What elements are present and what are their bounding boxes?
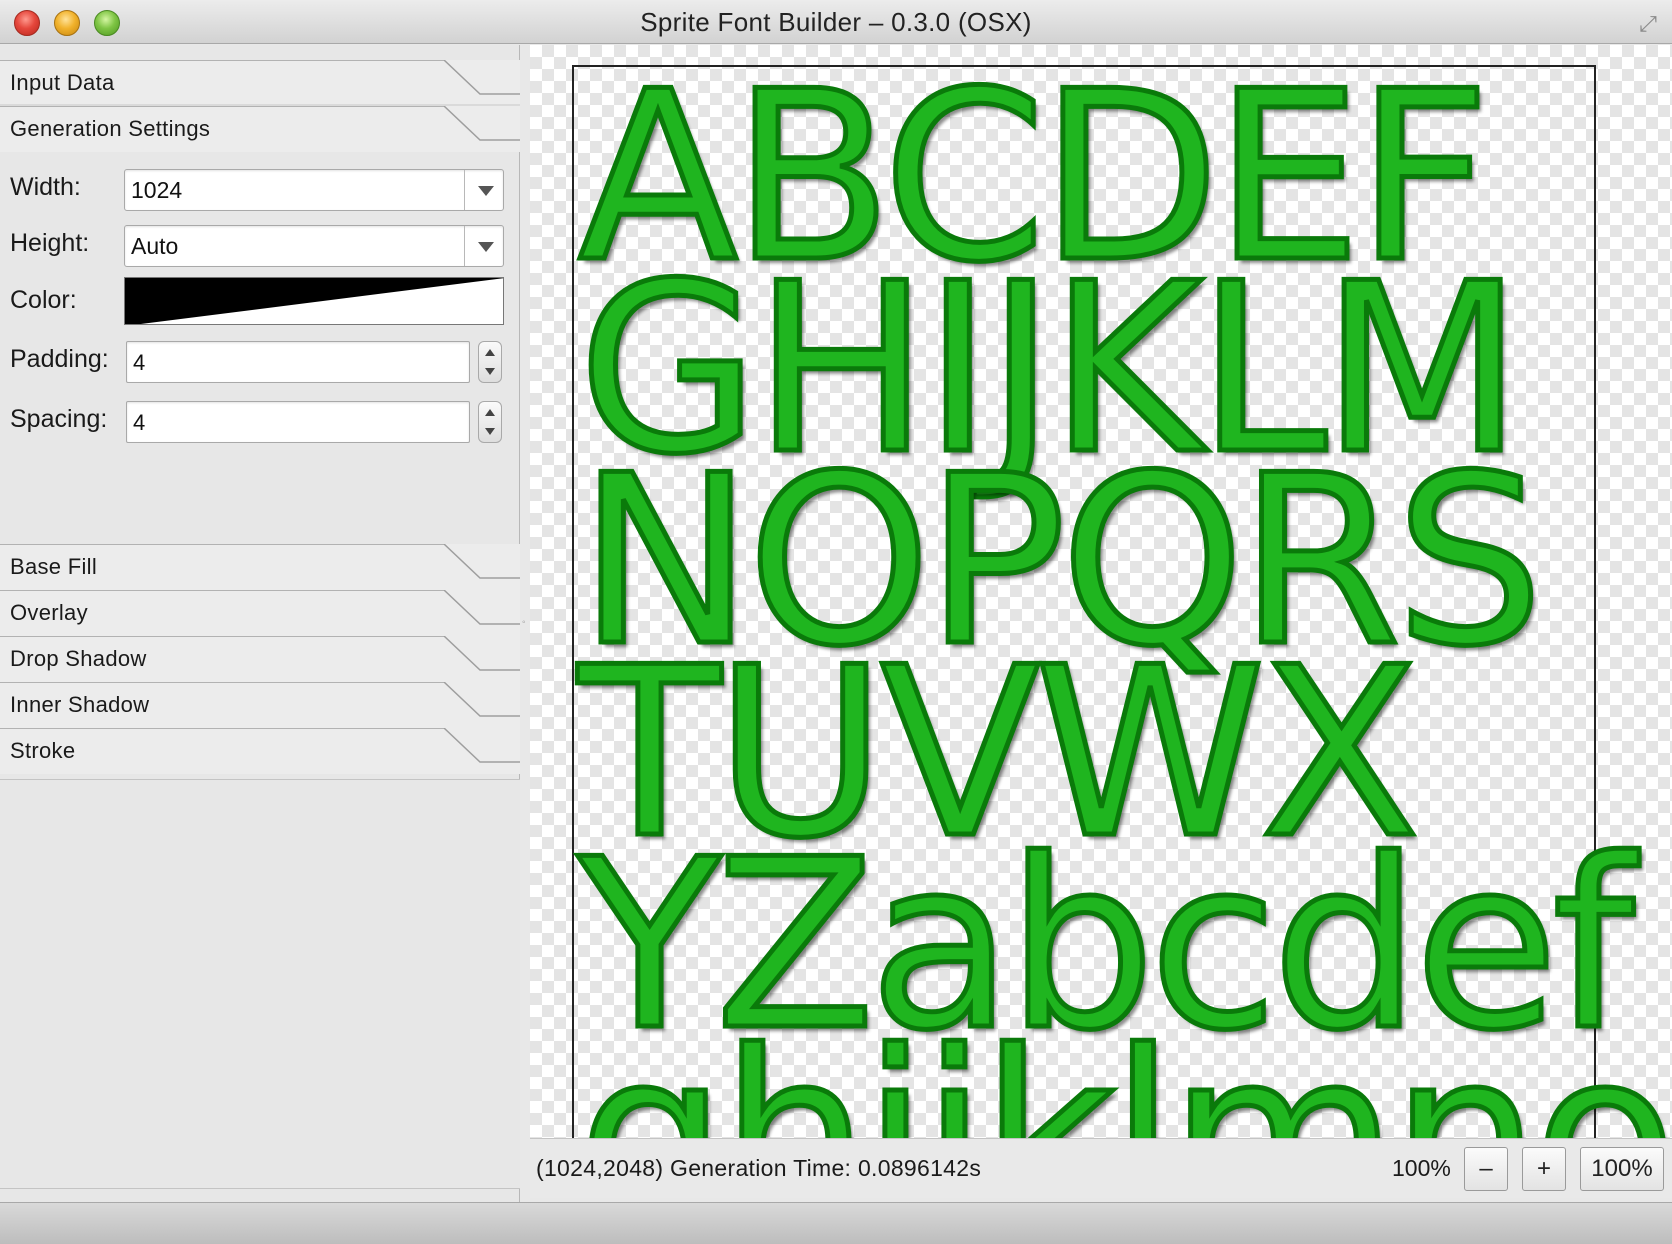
section-inner-shadow[interactable]: Inner Shadow xyxy=(0,682,520,728)
height-label: Height: xyxy=(10,229,90,257)
section-stroke[interactable]: Stroke xyxy=(0,728,520,774)
spacing-value: 4 xyxy=(133,410,146,435)
sidebar-empty-panel xyxy=(0,779,520,1189)
section-input-data[interactable]: Input Data xyxy=(0,60,520,106)
width-label: Width: xyxy=(10,173,81,201)
section-label: Inner Shadow xyxy=(10,692,150,717)
fullscreen-arrows-icon[interactable]: ⤢ xyxy=(1634,10,1662,38)
section-label: Base Fill xyxy=(10,554,98,579)
zoom-reset-button[interactable]: 100% xyxy=(1580,1147,1664,1191)
color-label: Color: xyxy=(10,286,77,314)
sprite-sheet-canvas: ABCDEF GHIJKLM NOPQRS TUVWX YZabcdef ghi… xyxy=(572,59,1672,1138)
height-combo[interactable]: Auto xyxy=(124,225,504,267)
section-label: Generation Settings xyxy=(10,116,211,141)
chevron-down-icon[interactable] xyxy=(478,186,494,196)
padding-value: 4 xyxy=(133,350,146,375)
generation-status: (1024,2048) Generation Time: 0.0896142s xyxy=(536,1155,982,1181)
width-value: 1024 xyxy=(131,177,183,203)
status-bar: (1024,2048) Generation Time: 0.0896142s … xyxy=(530,1138,1672,1198)
padding-stepper[interactable] xyxy=(478,341,502,383)
section-tab-shape xyxy=(0,728,520,763)
width-combo[interactable]: 1024 xyxy=(124,169,504,211)
section-label: Stroke xyxy=(10,738,76,763)
zoom-level: 100% xyxy=(1392,1155,1451,1181)
spacing-label: Spacing: xyxy=(10,405,108,433)
title-bar: Sprite Font Builder – 0.3.0 (OSX) ⤢ xyxy=(0,0,1672,44)
section-label: Overlay xyxy=(10,600,88,625)
zoom-out-button[interactable]: – xyxy=(1464,1147,1508,1191)
chevron-down-icon[interactable] xyxy=(478,242,494,252)
settings-sidebar: Input Data Generation Settings Width: 10… xyxy=(0,45,520,1203)
zoom-in-button[interactable]: + xyxy=(1522,1147,1566,1191)
stepper-up-icon[interactable] xyxy=(485,349,495,356)
section-label: Drop Shadow xyxy=(10,646,147,671)
section-drop-shadow[interactable]: Drop Shadow xyxy=(0,636,520,682)
window-bottom-bar xyxy=(0,1202,1672,1244)
spacing-stepper[interactable] xyxy=(478,401,502,443)
padding-field[interactable]: 4 xyxy=(126,341,470,383)
section-overlay[interactable]: Overlay xyxy=(0,590,520,636)
stepper-down-icon[interactable] xyxy=(485,428,495,435)
splitter-handle[interactable]: ◦ xyxy=(522,617,528,628)
padding-label: Padding: xyxy=(10,345,109,373)
section-label: Input Data xyxy=(10,70,115,95)
section-generation-settings[interactable]: Generation Settings xyxy=(0,106,520,152)
gradient-preview xyxy=(125,278,503,324)
sprite-preview[interactable]: ABCDEF GHIJKLM NOPQRS TUVWX YZabcdef ghi… xyxy=(530,45,1672,1138)
stepper-up-icon[interactable] xyxy=(485,409,495,416)
section-base-fill[interactable]: Base Fill xyxy=(0,544,520,590)
glyph-row: ghijklmno xyxy=(576,1002,1672,1139)
color-gradient-swatch[interactable] xyxy=(124,277,504,325)
window-title: Sprite Font Builder – 0.3.0 (OSX) xyxy=(640,7,1032,37)
stepper-down-icon[interactable] xyxy=(485,368,495,375)
height-value: Auto xyxy=(131,233,179,259)
spacing-field[interactable]: 4 xyxy=(126,401,470,443)
